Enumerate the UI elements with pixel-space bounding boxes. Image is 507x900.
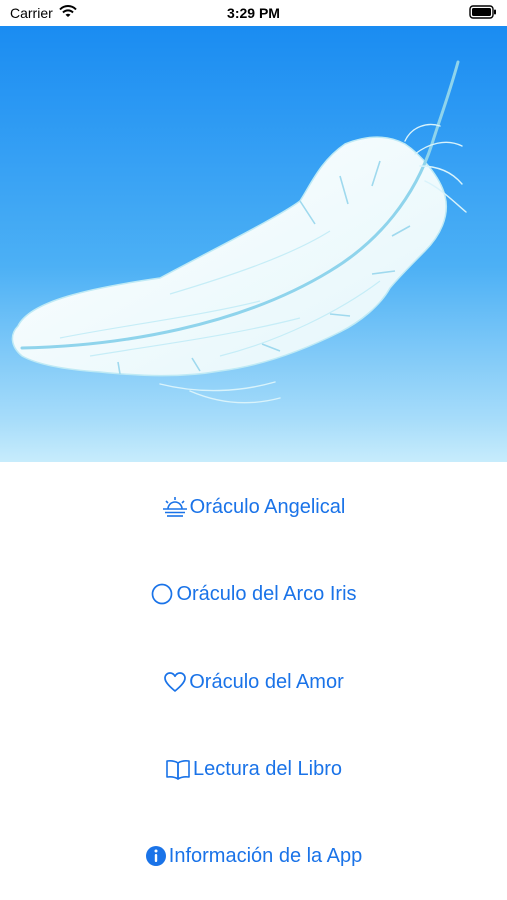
menu-item-lectura-libro[interactable]: Lectura del Libro <box>0 749 507 789</box>
oracle-menu: Oráculo Angelical Oráculo del Arco Iris … <box>0 462 507 900</box>
feather-illustration <box>11 60 467 404</box>
menu-item-label: Información de la App <box>168 844 363 867</box>
heart-icon <box>163 671 187 693</box>
book-icon <box>165 758 191 780</box>
status-right <box>469 5 497 22</box>
menu-item-oraculo-angelical[interactable]: Oráculo Angelical <box>0 487 507 527</box>
menu-item-oraculo-amor[interactable]: Oráculo del Amor <box>0 662 507 702</box>
info-icon <box>145 845 167 867</box>
menu-item-label: Oráculo del Arco Iris <box>176 582 357 605</box>
status-bar: Carrier 3:29 PM <box>0 0 507 26</box>
menu-item-label: Oráculo Angelical <box>189 495 346 518</box>
circle-icon <box>150 582 174 606</box>
battery-icon <box>469 5 497 22</box>
feather-hero-image <box>0 26 507 462</box>
menu-item-label: Lectura del Libro <box>193 757 342 780</box>
menu-item-oraculo-arco-iris[interactable]: Oráculo del Arco Iris <box>0 574 507 614</box>
menu-item-label: Oráculo del Amor <box>189 670 344 693</box>
status-time: 3:29 PM <box>227 5 280 21</box>
sunrise-icon <box>162 496 188 518</box>
menu-item-informacion-app[interactable]: Información de la App <box>0 836 507 876</box>
